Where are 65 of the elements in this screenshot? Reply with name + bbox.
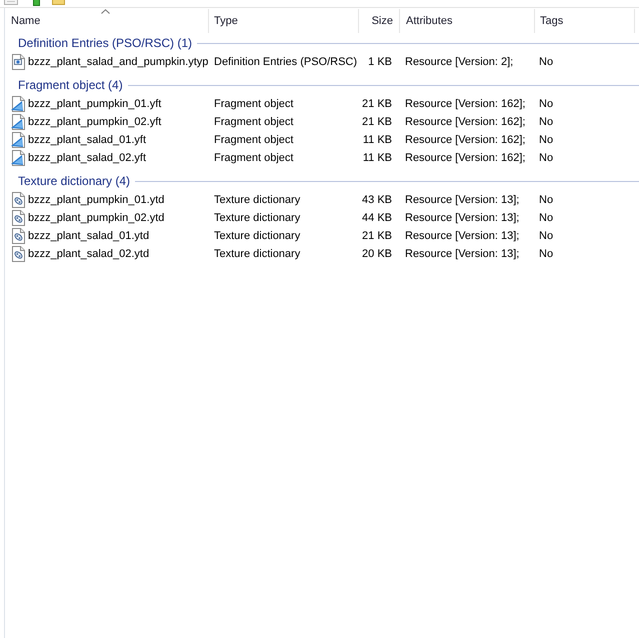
file-name[interactable]: bzzz_plant_salad_01.yft xyxy=(28,134,146,146)
oval-file-icon xyxy=(11,210,25,226)
triangle-file-icon xyxy=(11,96,25,112)
file-tags: No xyxy=(539,248,554,260)
group-title[interactable]: Texture dictionary (4) xyxy=(18,174,130,188)
file-name[interactable]: bzzz_plant_pumpkin_01.ytd xyxy=(28,194,164,206)
file-type: Fragment object xyxy=(214,116,294,128)
group-title[interactable]: Definition Entries (PSO/RSC) (1) xyxy=(18,36,192,50)
group-title[interactable]: Fragment object (4) xyxy=(18,78,123,92)
battery-icon[interactable] xyxy=(33,0,40,6)
file-tags: No xyxy=(539,98,554,110)
file-attributes: Resource [Version: 162]; xyxy=(405,116,526,128)
column-header[interactable]: Attributes xyxy=(400,9,535,33)
file-size: 21 KB xyxy=(362,116,392,128)
file-name[interactable]: bzzz_plant_salad_02.ytd xyxy=(28,248,150,260)
file-name[interactable]: bzzz_plant_pumpkin_02.yft xyxy=(28,116,162,128)
file-attributes: Resource [Version: 13]; xyxy=(405,230,520,242)
file-attributes: Resource [Version: 162]; xyxy=(405,134,526,146)
file-size: 20 KB xyxy=(362,248,392,260)
file-tags: No xyxy=(539,212,554,224)
file-name[interactable]: bzzz_plant_pumpkin_01.yft xyxy=(28,98,162,110)
file-type: Texture dictionary xyxy=(214,212,300,224)
file-name[interactable]: bzzz_plant_salad_and_pumpkin.ytyp xyxy=(28,56,208,68)
file-size: 21 KB xyxy=(362,230,392,242)
file-attributes: Resource [Version: 13]; xyxy=(405,212,520,224)
file-type: Texture dictionary xyxy=(214,194,300,206)
triangle-file-icon xyxy=(11,150,25,166)
file-tags: No xyxy=(539,56,554,68)
file-attributes: Resource [Version: 162]; xyxy=(405,152,526,164)
oval-file-icon xyxy=(11,192,25,208)
file-tags: No xyxy=(539,230,554,242)
file-name[interactable]: bzzz_plant_salad_01.ytd xyxy=(28,230,150,242)
file-type: Texture dictionary xyxy=(214,248,300,260)
folder-icon[interactable] xyxy=(52,0,65,5)
file-tags: No xyxy=(539,152,554,164)
file-size: 1 KB xyxy=(368,56,392,68)
file-type: Definition Entries (PSO/RSC) xyxy=(214,56,358,68)
file-name[interactable]: bzzz_plant_salad_02.yft xyxy=(28,152,146,164)
column-header[interactable]: Size xyxy=(359,9,400,33)
file-size: 11 KB xyxy=(362,152,392,164)
file-type: Fragment object xyxy=(214,134,294,146)
file-size: 44 KB xyxy=(362,212,392,224)
file-size: 43 KB xyxy=(362,194,392,206)
file-tags: No xyxy=(539,194,554,206)
file-attributes: Resource [Version: 162]; xyxy=(405,98,526,110)
column-header[interactable]: Tags xyxy=(535,9,635,33)
file-attributes: Resource [Version: 13]; xyxy=(405,248,520,260)
file-size: 11 KB xyxy=(362,134,392,146)
file-name[interactable]: bzzz_plant_pumpkin_02.ytd xyxy=(28,212,164,224)
oval-file-icon xyxy=(11,246,25,262)
column-header[interactable]: Name xyxy=(5,9,209,33)
triangle-file-icon xyxy=(11,114,25,130)
file-size: 21 KB xyxy=(362,98,392,110)
file-type: Fragment object xyxy=(214,98,294,110)
file-tags: No xyxy=(539,134,554,146)
document-icon[interactable] xyxy=(4,0,18,5)
file-tags: No xyxy=(539,116,554,128)
file-attributes: Resource [Version: 13]; xyxy=(405,194,520,206)
file-attributes: Resource [Version: 2]; xyxy=(405,56,514,68)
file-type: Texture dictionary xyxy=(214,230,300,242)
oval-file-icon xyxy=(11,228,25,244)
column-header[interactable]: Type xyxy=(209,9,359,33)
file-type: Fragment object xyxy=(214,152,294,164)
window-file-icon xyxy=(11,54,25,70)
triangle-file-icon xyxy=(11,132,25,148)
